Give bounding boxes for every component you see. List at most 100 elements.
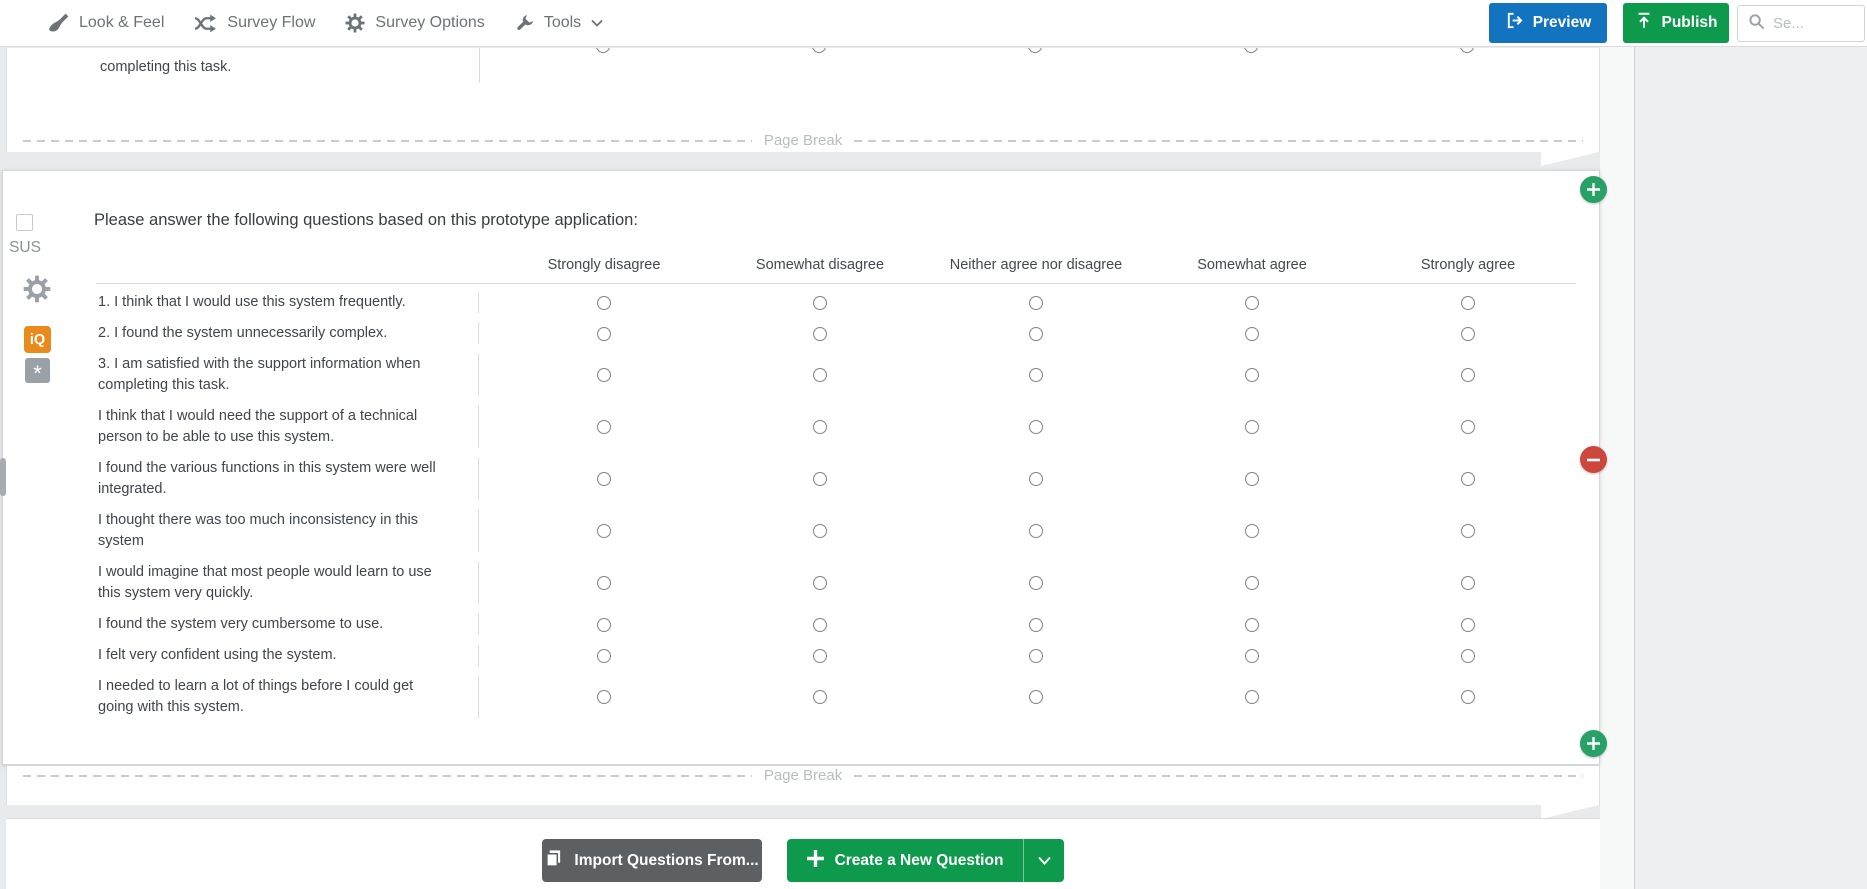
radio-button[interactable]: [1028, 48, 1042, 53]
radio-button[interactable]: [597, 295, 611, 310]
radio-button[interactable]: [1029, 326, 1043, 341]
default-choices-icon[interactable]: *: [25, 358, 50, 385]
radio-button[interactable]: [1029, 690, 1043, 704]
create-question-button[interactable]: Create a New Question: [787, 839, 1025, 882]
radio-button[interactable]: [813, 420, 827, 434]
survey-flow-button[interactable]: Survey Flow: [194, 14, 315, 33]
radio-button[interactable]: [597, 472, 611, 486]
radio-button[interactable]: [813, 326, 827, 341]
radio-button[interactable]: [1029, 524, 1043, 538]
radio-button[interactable]: [1461, 472, 1475, 486]
iq-score-badge[interactable]: iQ: [24, 326, 51, 353]
radio-button[interactable]: [1245, 295, 1259, 310]
radio-button[interactable]: [1245, 648, 1259, 663]
look-and-feel-button[interactable]: Look & Feel: [48, 13, 164, 34]
radio-button[interactable]: [1461, 524, 1475, 538]
radio-button[interactable]: [597, 576, 611, 590]
remove-question-button[interactable]: [1580, 446, 1607, 473]
radio-button[interactable]: [1245, 576, 1259, 590]
radio-button[interactable]: [1029, 368, 1043, 382]
radio-cell: [712, 648, 928, 663]
search-input[interactable]: [1773, 15, 1849, 32]
copy-pages-icon: [544, 849, 563, 873]
radio-cell: [1360, 524, 1576, 538]
add-block-above-button[interactable]: [1580, 176, 1607, 203]
publish-button[interactable]: Publish: [1623, 3, 1729, 43]
sus-question-card[interactable]: SUS iQ * Please answer the following que…: [2, 170, 1600, 765]
import-questions-button[interactable]: Import Questions From...: [541, 839, 762, 882]
statement-text[interactable]: 2. I found the system unnecessarily comp…: [96, 323, 479, 344]
radio-button[interactable]: [596, 48, 610, 53]
radio-button[interactable]: [1245, 420, 1259, 434]
create-question-dropdown-button[interactable]: [1024, 839, 1064, 882]
radio-cell: [712, 420, 928, 434]
radio-button[interactable]: [597, 524, 611, 538]
radio-button[interactable]: [597, 648, 611, 663]
radio-button[interactable]: [813, 472, 827, 486]
radio-button[interactable]: [1029, 472, 1043, 486]
radio-button[interactable]: [1029, 617, 1043, 632]
radio-button[interactable]: [1461, 617, 1475, 632]
statement-text[interactable]: I found the various functions in this sy…: [96, 458, 479, 500]
radio-button[interactable]: [1029, 576, 1043, 590]
column-header[interactable]: Somewhat disagree: [712, 257, 928, 273]
column-header[interactable]: Neither agree nor disagree: [928, 257, 1144, 273]
radio-button[interactable]: [813, 295, 827, 310]
radio-button[interactable]: [597, 368, 611, 382]
radio-button[interactable]: [1029, 648, 1043, 663]
radio-button[interactable]: [1245, 472, 1259, 486]
radio-button[interactable]: [813, 690, 827, 704]
add-block-below-button[interactable]: [1580, 730, 1607, 757]
scroll-indicator[interactable]: [0, 458, 6, 496]
radio-button[interactable]: [1245, 617, 1259, 632]
radio-button[interactable]: [813, 524, 827, 538]
page-break[interactable]: Page Break: [7, 132, 1599, 149]
radio-button[interactable]: [1460, 48, 1474, 53]
preview-button[interactable]: Preview: [1489, 3, 1607, 43]
statement-text[interactable]: I felt very confident using the system.: [96, 645, 479, 666]
statement-text[interactable]: 1. I think that I would use this system …: [96, 292, 479, 313]
radio-button[interactable]: [597, 617, 611, 632]
tools-dropdown[interactable]: Tools: [515, 14, 603, 33]
radio-cell: [712, 295, 928, 310]
statement-text[interactable]: I think that I would need the support of…: [96, 406, 479, 448]
question-settings-gear-icon[interactable]: [23, 275, 51, 308]
page-break[interactable]: Page Break: [7, 767, 1599, 784]
radio-button[interactable]: [812, 48, 826, 53]
radio-button[interactable]: [1461, 326, 1475, 341]
radio-button[interactable]: [1245, 368, 1259, 382]
column-header[interactable]: Strongly agree: [1360, 257, 1576, 273]
statement-text[interactable]: I found the system very cumbersome to us…: [96, 614, 479, 635]
column-header[interactable]: Somewhat agree: [1144, 257, 1360, 273]
radio-button[interactable]: [1029, 295, 1043, 310]
radio-button[interactable]: [813, 368, 827, 382]
radio-button[interactable]: [1461, 368, 1475, 382]
statement-text[interactable]: I would imagine that most people would l…: [96, 562, 479, 604]
question-select-checkbox[interactable]: [16, 214, 33, 231]
radio-button[interactable]: [597, 420, 611, 434]
radio-button[interactable]: [1461, 690, 1475, 704]
radio-button[interactable]: [597, 326, 611, 341]
radio-button[interactable]: [1461, 295, 1475, 310]
radio-button[interactable]: [1029, 420, 1043, 434]
radio-button[interactable]: [1245, 690, 1259, 704]
radio-button[interactable]: [813, 648, 827, 663]
matrix-divider-line: [479, 48, 480, 83]
radio-button[interactable]: [1461, 648, 1475, 663]
radio-button[interactable]: [1245, 326, 1259, 341]
question-text[interactable]: Please answer the following questions ba…: [94, 211, 638, 230]
radio-button[interactable]: [1245, 524, 1259, 538]
radio-button[interactable]: [1461, 420, 1475, 434]
statement-text[interactable]: I thought there was too much inconsisten…: [96, 510, 479, 552]
statement-text[interactable]: 3. I am satisfied with the support infor…: [96, 354, 479, 396]
radio-button[interactable]: [1461, 576, 1475, 590]
radio-cell: [496, 420, 712, 434]
statement-text[interactable]: completing this task.: [100, 59, 231, 75]
statement-text[interactable]: I needed to learn a lot of things before…: [96, 676, 479, 718]
radio-button[interactable]: [813, 576, 827, 590]
radio-button[interactable]: [813, 617, 827, 632]
survey-options-button[interactable]: Survey Options: [345, 13, 485, 33]
radio-button[interactable]: [1244, 48, 1258, 53]
column-header[interactable]: Strongly disagree: [496, 257, 712, 273]
radio-button[interactable]: [597, 690, 611, 704]
